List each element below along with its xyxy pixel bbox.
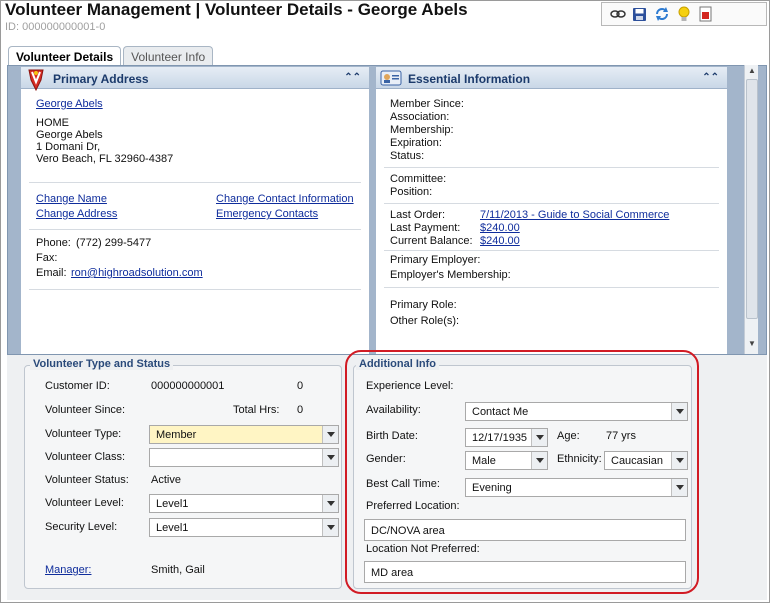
divider (29, 182, 361, 183)
customer-id-extra: 0 (297, 380, 304, 392)
vertical-scrollbar[interactable]: ▲ ▼ (744, 65, 758, 354)
last-payment-link[interactable]: $240.00 (480, 222, 520, 234)
current-balance-label: Current Balance: (390, 235, 473, 247)
fax-label: Fax: (36, 252, 58, 264)
manager-value: Smith, Gail (151, 564, 205, 576)
address-line: Vero Beach, FL 32960-4387 (36, 153, 174, 165)
volunteer-level-select[interactable]: Level1 (149, 494, 339, 513)
volunteer-status-value: Active (151, 474, 181, 486)
page-title: Volunteer Management | Volunteer Details… (5, 0, 468, 19)
address-badge-icon (26, 68, 46, 95)
member-since-label: Member Since: (390, 98, 464, 110)
chevron-down-icon[interactable] (322, 495, 338, 512)
report-icon[interactable] (696, 5, 715, 24)
other-roles-label: Other Role(s): (390, 315, 460, 327)
last-order-link[interactable]: 7/11/2013 - Guide to Social Commerce (480, 209, 669, 221)
tab-volunteer-info[interactable]: Volunteer Info (123, 46, 214, 66)
divider (384, 203, 719, 204)
volunteer-type-select[interactable]: Member (149, 425, 339, 444)
essential-info-title: Essential Information (408, 72, 531, 86)
employers-membership-label: Employer's Membership: (390, 269, 511, 281)
tab-strip: Volunteer Details Volunteer Info (8, 46, 214, 66)
chevron-down-icon[interactable] (322, 426, 338, 443)
toolbar (601, 2, 767, 26)
primary-address-title: Primary Address (53, 72, 149, 86)
divider (384, 287, 719, 288)
current-balance-link[interactable]: $240.00 (480, 235, 520, 247)
email-label: Email: (36, 267, 67, 279)
volunteer-level-value: Level1 (156, 498, 189, 510)
scroll-down-arrow-icon[interactable]: ▼ (746, 339, 758, 351)
divider (29, 289, 361, 290)
security-level-select[interactable]: Level1 (149, 518, 339, 537)
volunteer-since-label: Volunteer Since: (45, 404, 126, 416)
primary-employer-label: Primary Employer: (390, 254, 481, 266)
emergency-contacts-link[interactable]: Emergency Contacts (216, 208, 318, 220)
collapse-icon[interactable]: ⌃⌃ (702, 72, 719, 83)
association-label: Association: (390, 111, 450, 123)
highlight-outline (345, 350, 699, 594)
scroll-thumb[interactable] (746, 79, 758, 319)
security-level-value: Level1 (156, 522, 189, 534)
tab-volunteer-details[interactable]: Volunteer Details (8, 46, 122, 66)
phone-value: (772) 299-5477 (76, 237, 152, 249)
membership-label: Membership: (390, 124, 454, 136)
position-label: Position: (390, 186, 433, 198)
save-icon[interactable] (630, 5, 649, 24)
volunteer-status-label: Volunteer Status: (45, 474, 129, 486)
last-payment-label: Last Payment: (390, 222, 461, 234)
divider (384, 167, 719, 168)
security-level-label: Security Level: (45, 521, 118, 533)
id-card-icon (380, 69, 402, 90)
email-link[interactable]: ron@highroadsolution.com (71, 267, 203, 279)
volunteer-class-select[interactable] (149, 448, 339, 467)
chevron-down-icon[interactable] (322, 449, 338, 466)
customer-id-value: 000000000001 (151, 380, 225, 392)
volunteer-type-value: Member (156, 429, 197, 441)
volunteer-type-label: Volunteer Type: (45, 428, 122, 440)
address-line: 1 Domani Dr, (36, 141, 101, 153)
essential-info-panel: Essential Information ⌃⌃ Member Since: A… (376, 67, 727, 354)
expiration-label: Expiration: (390, 137, 442, 149)
divider (29, 229, 361, 230)
volunteer-type-status-legend: Volunteer Type and Status (30, 358, 174, 370)
contact-name-link[interactable]: George Abels (36, 98, 103, 110)
status-label: Status: (390, 150, 425, 162)
phone-label: Phone: (36, 237, 71, 249)
total-hrs-label: Total Hrs: (233, 404, 280, 416)
address-line: George Abels (36, 129, 103, 141)
manager-link[interactable]: Manager: (45, 564, 91, 576)
change-address-link[interactable]: Change Address (36, 208, 117, 220)
address-type: HOME (36, 117, 69, 129)
record-id: ID: 000000000001-0 (5, 21, 106, 33)
divider (384, 250, 719, 251)
chevron-down-icon[interactable] (322, 519, 338, 536)
committee-label: Committee: (390, 173, 447, 185)
last-order-label: Last Order: (390, 209, 446, 221)
volunteer-class-label: Volunteer Class: (45, 451, 126, 463)
collapse-icon[interactable]: ⌃⌃ (344, 72, 361, 83)
lightbulb-icon[interactable] (674, 5, 693, 24)
change-name-link[interactable]: Change Name (36, 193, 107, 205)
change-contact-info-link[interactable]: Change Contact Information (216, 193, 354, 205)
primary-address-header: Primary Address ⌃⌃ (21, 67, 369, 92)
total-hrs-value: 0 (297, 404, 304, 416)
scroll-up-arrow-icon[interactable]: ▲ (746, 66, 758, 78)
essential-info-header: Essential Information ⌃⌃ (376, 67, 727, 89)
primary-role-label: Primary Role: (390, 299, 457, 311)
refresh-icon[interactable] (652, 5, 671, 24)
customer-id-label: Customer ID: (45, 380, 110, 392)
primary-address-panel: Primary Address ⌃⌃ George Abels HOME Geo… (21, 67, 369, 354)
volunteer-level-label: Volunteer Level: (45, 497, 124, 509)
view-icon[interactable] (608, 5, 627, 24)
